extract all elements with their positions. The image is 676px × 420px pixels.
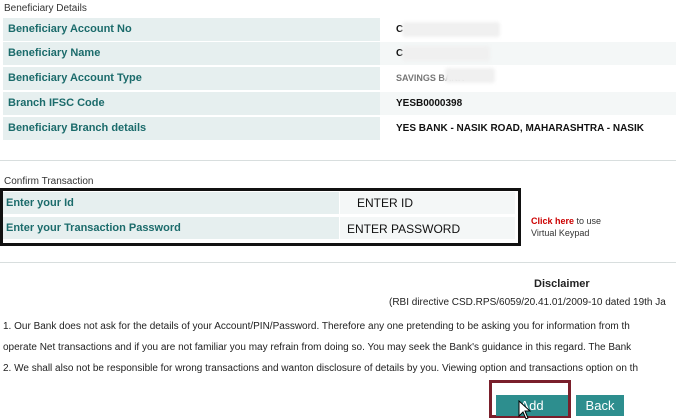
beneficiary-row-name: Beneficiary Name C — [0, 42, 676, 66]
virtual-keypad-hint: Click here to use Virtual Keypad — [531, 215, 601, 239]
redaction-blur — [402, 46, 490, 61]
to-use-text: to use — [574, 216, 602, 226]
add-button[interactable]: Add — [496, 395, 568, 416]
beneficiary-section-title: Beneficiary Details — [4, 3, 87, 14]
beneficiary-account-no-label: Beneficiary Account No — [3, 18, 380, 41]
click-here-link[interactable]: Click here — [531, 216, 574, 226]
beneficiary-row-branch: Beneficiary Branch details YES BANK - NA… — [0, 117, 676, 141]
redaction-blur — [402, 22, 500, 37]
disclaimer-reference: (RBI directive CSD.RPS/6059/20.41.01/200… — [389, 297, 666, 308]
branch-ifsc-label: Branch IFSC Code — [3, 92, 380, 115]
beneficiary-row-account-no: Beneficiary Account No C — [0, 18, 676, 42]
beneficiary-row-ifsc: Branch IFSC Code YESB0000398 — [0, 92, 676, 116]
disclaimer-line-2: operate Net transactions and if you are … — [3, 342, 632, 353]
back-button[interactable]: Back — [576, 395, 624, 416]
branch-ifsc-value: YESB0000398 — [380, 92, 676, 115]
divider — [0, 160, 676, 161]
confirm-section-title: Confirm Transaction — [4, 176, 94, 187]
virtual-keypad-text: Virtual Keypad — [531, 228, 590, 238]
disclaimer-line-3: 2. We shall also not be responsible for … — [3, 363, 639, 374]
highlight-box — [0, 188, 521, 246]
beneficiary-account-type-label: Beneficiary Account Type — [3, 67, 380, 90]
divider — [0, 262, 676, 263]
beneficiary-name-label: Beneficiary Name — [3, 42, 380, 65]
disclaimer-title: Disclaimer — [534, 278, 590, 290]
beneficiary-row-account-type: Beneficiary Account Type SAVINGS BANK — [0, 67, 676, 91]
disclaimer-line-1: 1. Our Bank does not ask for the details… — [3, 321, 630, 332]
beneficiary-branch-value: YES BANK - NASIK ROAD, MAHARASHTRA - NAS… — [380, 117, 676, 140]
redaction-blur — [445, 68, 495, 83]
cursor-icon — [518, 400, 532, 420]
beneficiary-branch-label: Beneficiary Branch details — [3, 117, 380, 140]
beneficiary-account-type-value: SAVINGS BANK — [380, 67, 676, 90]
